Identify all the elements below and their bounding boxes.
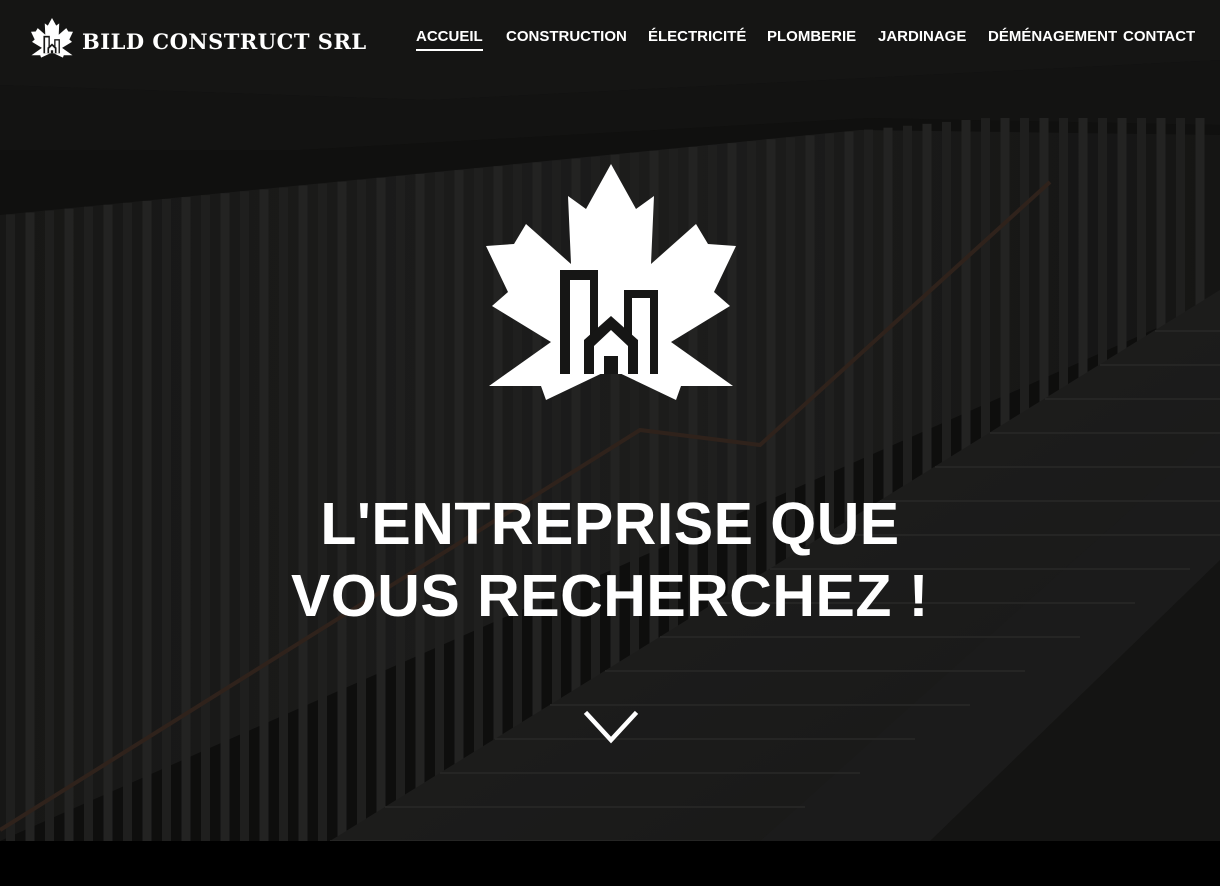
hero-headline-line-2: VOUS RECHERCHEZ ! xyxy=(291,563,929,629)
chevron-down-icon[interactable] xyxy=(583,708,639,748)
nav-item-demenagement[interactable]: DÉMÉNAGEMENT xyxy=(988,28,1117,46)
nav-item-jardinage[interactable]: JARDINAGE xyxy=(878,28,966,46)
page-bottom-strip xyxy=(0,841,1220,886)
nav-item-accueil[interactable]: ACCUEIL xyxy=(416,28,483,51)
main-navigation: ACCUEIL CONSTRUCTION ÉLECTRICITÉ PLOMBER… xyxy=(0,28,1220,52)
nav-item-electricite[interactable]: ÉLECTRICITÉ xyxy=(648,28,746,46)
nav-item-contact[interactable]: CONTACT xyxy=(1123,28,1195,46)
hero-section: BILD CONSTRUCT SRL ACCUEIL CONSTRUCTION … xyxy=(0,0,1220,841)
hero-headline: L'ENTREPRISE QUE VOUS RECHERCHEZ ! xyxy=(0,488,1220,632)
nav-item-plomberie[interactable]: PLOMBERIE xyxy=(767,28,856,46)
nav-item-construction[interactable]: CONSTRUCTION xyxy=(506,28,627,46)
hero-headline-line-1: L'ENTREPRISE QUE xyxy=(320,491,900,557)
maple-leaf-buildings-icon xyxy=(486,164,736,400)
